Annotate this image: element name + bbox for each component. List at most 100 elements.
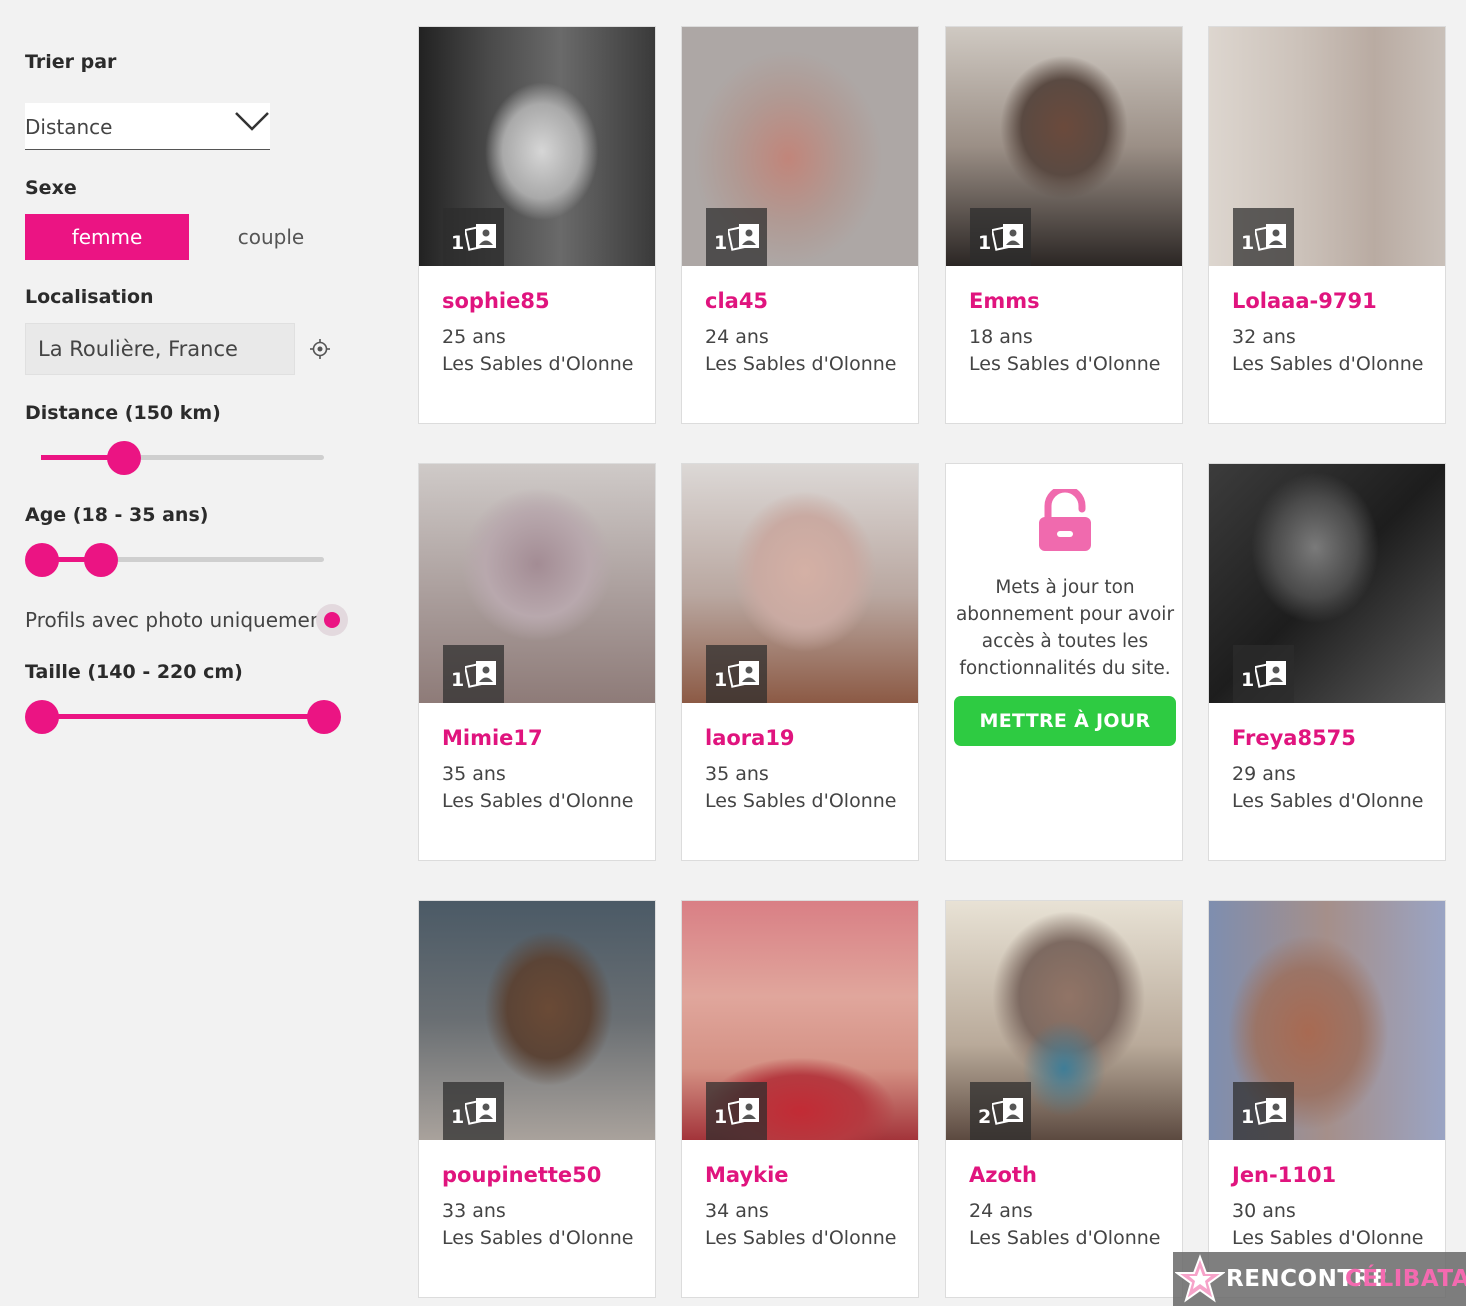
photo-count-badge: 1 [443, 1082, 504, 1140]
profile-age: 30 ans [1232, 1200, 1296, 1222]
profile-city: Les Sables d'Olonne [442, 790, 634, 812]
profile-name[interactable]: Jen-1101 [1232, 1163, 1336, 1187]
photo-stack-icon [1255, 661, 1286, 688]
profile-card[interactable]: 1 cla45 24 ans Les Sables d'Olonne [681, 26, 919, 424]
brand-name-part2: CÉLIBATAIRE [1345, 1266, 1466, 1292]
photo-count-badge: 1 [706, 645, 767, 703]
profile-card[interactable]: 1 sophie85 25 ans Les Sables d'Olonne [418, 26, 656, 424]
height-label: Taille (140 - 220 cm) [25, 661, 243, 683]
location-input[interactable]: La Roulière, France [25, 323, 295, 375]
upgrade-button[interactable]: METTRE À JOUR [954, 696, 1176, 746]
profile-age: 32 ans [1232, 326, 1296, 348]
profile-name[interactable]: sophie85 [442, 289, 550, 313]
photo-only-toggle[interactable] [316, 604, 348, 636]
photo-count-badge: 2 [970, 1082, 1031, 1140]
profile-card[interactable]: 1 Jen-1101 30 ans Les Sables d'Olonne [1208, 900, 1446, 1298]
photo-only-label: Profils avec photo uniquement [25, 608, 331, 632]
profile-age: 25 ans [442, 326, 506, 348]
photo-stack-icon [1255, 1098, 1286, 1125]
profile-age: 34 ans [705, 1200, 769, 1222]
crosshair-icon[interactable] [309, 338, 331, 360]
sex-option-femme[interactable]: femme [25, 214, 189, 260]
photo-count: 1 [1241, 669, 1255, 691]
photo-stack-icon [728, 661, 759, 688]
age-slider-min-handle[interactable] [25, 543, 59, 577]
photo-count: 1 [451, 232, 465, 254]
profile-name[interactable]: Maykie [705, 1163, 789, 1187]
profile-city: Les Sables d'Olonne [969, 353, 1161, 375]
profile-name[interactable]: poupinette50 [442, 1163, 601, 1187]
profile-card[interactable]: 1 Maykie 34 ans Les Sables d'Olonne [681, 900, 919, 1298]
profile-card[interactable]: 1 poupinette50 33 ans Les Sables d'Olonn… [418, 900, 656, 1298]
sort-select[interactable]: Distance [25, 103, 270, 150]
photo-count: 1 [1241, 232, 1255, 254]
profile-card[interactable]: 1 Freya8575 29 ans Les Sables d'Olonne [1208, 463, 1446, 861]
photo-only-checked-dot [324, 612, 340, 628]
profile-age: 24 ans [969, 1200, 1033, 1222]
unlock-icon [1039, 489, 1091, 551]
photo-count: 1 [1241, 1106, 1255, 1128]
profile-card[interactable]: 2 Azoth 24 ans Les Sables d'Olonne [945, 900, 1183, 1298]
photo-stack-icon [992, 224, 1023, 251]
location-label: Localisation [25, 286, 154, 308]
profile-city: Les Sables d'Olonne [705, 790, 897, 812]
profile-age: 24 ans [705, 326, 769, 348]
photo-count-badge: 1 [1233, 1082, 1294, 1140]
photo-count: 1 [714, 1106, 728, 1128]
photo-stack-icon [728, 224, 759, 251]
photo-count-badge: 1 [1233, 645, 1294, 703]
height-slider-min-handle[interactable] [25, 700, 59, 734]
profile-card[interactable]: 1 Lolaaa-9791 32 ans Les Sables d'Olonne [1208, 26, 1446, 424]
photo-count-badge: 1 [443, 208, 504, 266]
photo-count: 1 [714, 232, 728, 254]
star-logo-icon [1175, 1254, 1225, 1303]
photo-count: 1 [451, 1106, 465, 1128]
profile-city: Les Sables d'Olonne [1232, 790, 1424, 812]
profile-card[interactable]: 1 Mimie17 35 ans Les Sables d'Olonne [418, 463, 656, 861]
profile-city: Les Sables d'Olonne [1232, 1227, 1424, 1249]
profile-name[interactable]: Lolaaa-9791 [1232, 289, 1377, 313]
chevron-down-icon [235, 112, 269, 131]
height-slider-max-handle[interactable] [307, 700, 341, 734]
profile-city: Les Sables d'Olonne [442, 353, 634, 375]
profile-age: 29 ans [1232, 763, 1296, 785]
photo-stack-icon [992, 1098, 1023, 1125]
profile-age: 18 ans [969, 326, 1033, 348]
profile-city: Les Sables d'Olonne [705, 353, 897, 375]
photo-count: 2 [978, 1106, 992, 1128]
distance-slider-handle[interactable] [107, 441, 141, 475]
photo-stack-icon [465, 661, 496, 688]
profile-card[interactable]: 1 laora19 35 ans Les Sables d'Olonne [681, 463, 919, 861]
profile-name[interactable]: cla45 [705, 289, 768, 313]
photo-count: 1 [714, 669, 728, 691]
age-label: Age (18 - 35 ans) [25, 504, 209, 526]
age-slider-max-handle[interactable] [84, 543, 118, 577]
photo-count-badge: 1 [443, 645, 504, 703]
photo-stack-icon [728, 1098, 759, 1125]
profile-card[interactable]: 1 Emms 18 ans Les Sables d'Olonne [945, 26, 1183, 424]
photo-count: 1 [451, 669, 465, 691]
profile-name[interactable]: Azoth [969, 1163, 1037, 1187]
profile-age: 35 ans [705, 763, 769, 785]
profile-name[interactable]: laora19 [705, 726, 795, 750]
upgrade-card: Mets à jour ton abonnement pour avoir ac… [945, 463, 1183, 861]
profile-age: 33 ans [442, 1200, 506, 1222]
profile-city: Les Sables d'Olonne [969, 1227, 1161, 1249]
photo-stack-icon [1255, 224, 1286, 251]
sex-option-couple[interactable]: couple [189, 214, 353, 260]
photo-count-badge: 1 [970, 208, 1031, 266]
profile-name[interactable]: Emms [969, 289, 1040, 313]
photo-stack-icon [465, 224, 496, 251]
photo-count-badge: 1 [1233, 208, 1294, 266]
profile-name[interactable]: Freya8575 [1232, 726, 1356, 750]
photo-count-badge: 1 [706, 208, 767, 266]
photo-count: 1 [978, 232, 992, 254]
height-slider-fill[interactable] [41, 714, 324, 719]
photo-count-badge: 1 [706, 1082, 767, 1140]
sort-select-value: Distance [25, 115, 113, 139]
sex-label: Sexe [25, 177, 77, 199]
profile-name[interactable]: Mimie17 [442, 726, 543, 750]
profile-age: 35 ans [442, 763, 506, 785]
upgrade-message: Mets à jour ton abonnement pour avoir ac… [955, 577, 1175, 679]
brand-watermark: RENCONTRE CÉLIBATAIRE [1173, 1252, 1466, 1306]
